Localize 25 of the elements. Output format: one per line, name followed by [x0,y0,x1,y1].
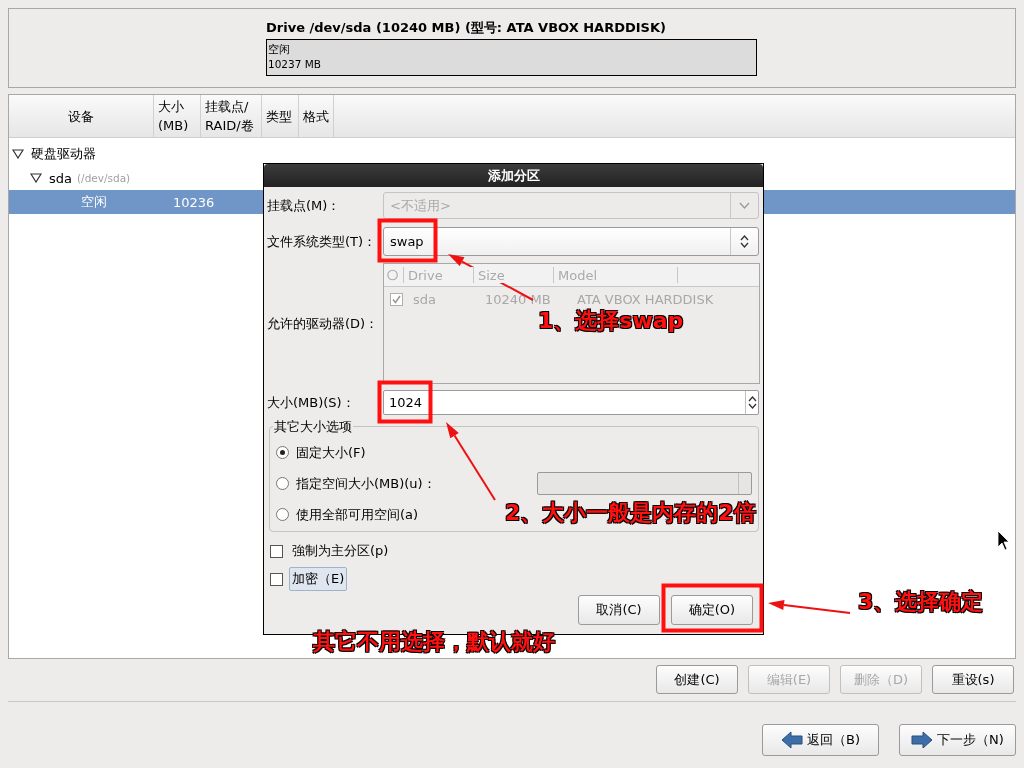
dialog-title: 添加分区 [264,164,763,187]
annotation-text: 3、选择确定 [858,588,984,616]
device-path: (/dev/sda) [77,172,131,184]
field-label: 挂载点(M)： [267,196,342,215]
option-label: 指定空间大小(MB)(u)： [296,474,436,493]
drive-title: Drive /dev/sda (10240 MB) (型号: ATA VBOX HARDDISK) [266,19,667,37]
option-label: 固定大小(F) [296,443,366,462]
field-label: 大小(MB)(S)： [267,393,356,412]
size-cell-text: 10240 MB [485,291,552,307]
annotation-text: 其它不用选择，默认就好 [313,628,555,656]
model-cell: ATA VBOX HARDDISK [577,291,714,307]
field-label: 允许的驱动器(D)： [267,314,380,333]
group-legend: 其它大小选项 [273,418,353,436]
mount-point-placeholder: <不适用> [390,196,451,215]
annotation-text: 2、大小一般是内存的2倍 [505,499,756,527]
device-cell-text: 空闲 [81,193,108,211]
checkbox-label: 加密（E) [289,567,348,591]
device-cell: 硬盘驱动器 [31,145,96,163]
size-cell: 10236 [173,194,215,210]
device-cell: sda [49,170,72,186]
drive-cell-text: sda [413,291,437,307]
field-label: 文件系统类型(T)： [267,232,378,251]
annotation-text: 1、选择swap [538,307,684,335]
checkbox-label: 強制为主分区(p) [291,542,390,560]
option-label: 使用全部可用空间(a) [296,505,419,524]
